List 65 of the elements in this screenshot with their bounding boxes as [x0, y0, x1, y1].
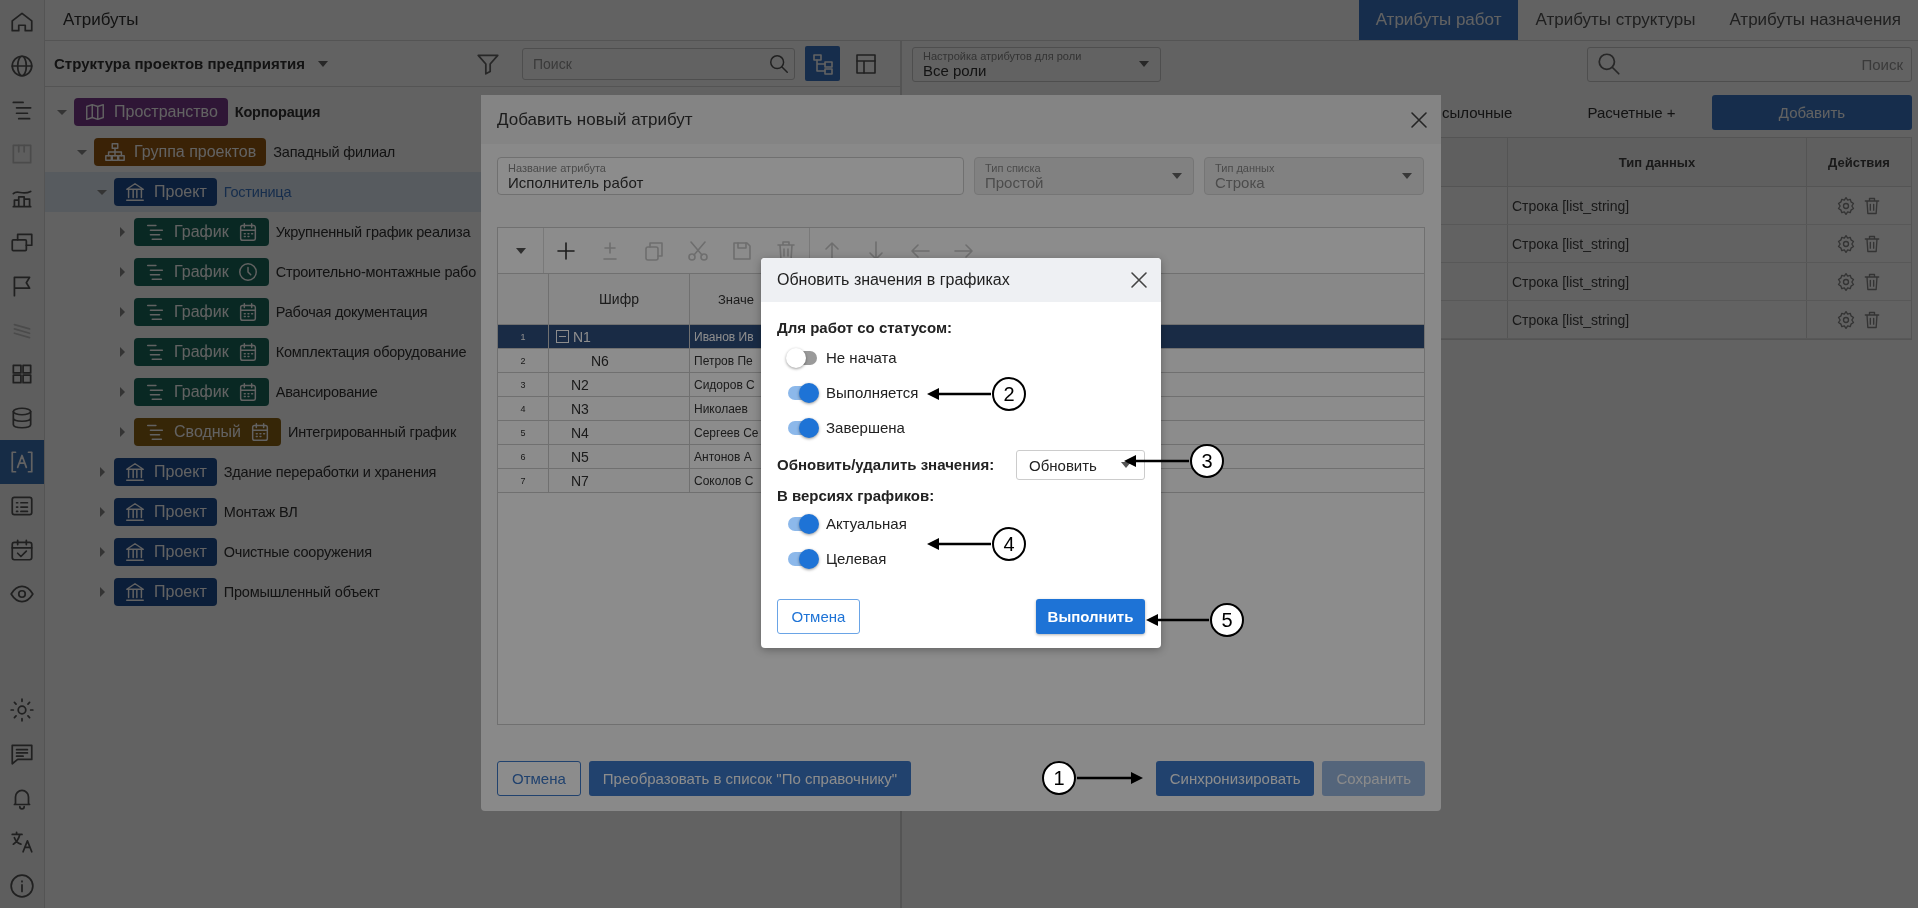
tree-label: Авансирование	[275, 384, 378, 400]
row-number: 5	[519, 426, 527, 440]
table-cell: Строка [list_string]	[1512, 273, 1630, 290]
table-cell: Сергеев Се	[694, 425, 759, 440]
table-cell: Соколов С	[694, 473, 754, 488]
row-number: 6	[519, 450, 527, 464]
toggle-label: Актуальная	[826, 515, 907, 532]
badge-label: Пространство	[114, 103, 218, 121]
badge-label: График	[174, 263, 229, 281]
table-cell: Антонов А	[694, 449, 752, 464]
column-header: Шифр	[599, 291, 639, 307]
table-cell: Сидоров С	[694, 377, 755, 392]
tree-label: Интегрированный график	[288, 424, 457, 440]
row-number: 2	[519, 354, 527, 368]
badge-label: Проект	[154, 463, 207, 481]
tree-label: Западный филиал	[273, 144, 396, 160]
field-label: Обновить/удалить значения:	[777, 455, 995, 475]
table-cell: Иванов Ив	[694, 329, 754, 344]
table-cell: Строка [list_string]	[1512, 235, 1630, 252]
tree-label: Корпорация	[234, 104, 321, 120]
section-label: В версиях графиков:	[777, 486, 936, 506]
badge-label: Сводный	[174, 423, 242, 441]
tree-label: Здание переработки и хранения	[223, 464, 437, 480]
table-cell: Строка [list_string]	[1512, 311, 1630, 328]
dialog-title: Добавить новый атрибут	[497, 109, 693, 130]
table-cell: N4	[571, 424, 589, 441]
table-cell: N2	[571, 376, 589, 393]
tree-label: Строительно-монтажные рабо	[275, 264, 477, 280]
table-cell: Петров Пе	[694, 353, 753, 368]
badge-label: Проект	[154, 583, 207, 601]
table-cell: Николаев	[694, 401, 748, 416]
badge-label: Проект	[154, 183, 207, 201]
tree-label: Промышленный объект	[223, 584, 380, 600]
table-cell: Строка [list_string]	[1512, 197, 1630, 214]
toggle-label: Целевая	[826, 550, 887, 567]
toggle-label: Завершена	[826, 419, 905, 436]
badge-label: Проект	[154, 543, 207, 561]
table-cell: N6	[591, 352, 609, 369]
tree-label: Монтаж ВЛ	[223, 504, 298, 520]
table-cell: N1	[573, 328, 591, 345]
row-number: 7	[519, 474, 527, 488]
row-number: 3	[519, 378, 527, 392]
tree-label: Укрупненный график реализа	[275, 224, 471, 240]
badge-label: График	[174, 223, 229, 241]
column-header: Действия	[1828, 154, 1890, 170]
toggle-label: Не начата	[826, 349, 897, 366]
row-number: 4	[519, 402, 527, 416]
page-title: Атрибуты	[63, 10, 139, 30]
column-header: Значе	[718, 291, 754, 307]
badge-label: Проект	[154, 503, 207, 521]
badge-label: График	[174, 383, 229, 401]
badge-label: График	[174, 343, 229, 361]
row-number: 1	[519, 330, 527, 344]
table-cell: N7	[571, 472, 589, 489]
section-label: Для работ со статусом:	[777, 318, 953, 338]
tree-label: Рабочая документация	[275, 304, 428, 320]
table-cell: N5	[571, 448, 589, 465]
table-cell: N3	[571, 400, 589, 417]
badge-label: Группа проектов	[134, 143, 257, 161]
dialog-title: Обновить значения в графиках	[777, 271, 1010, 289]
tree-label: Очистные сооружения	[223, 544, 372, 560]
tree-label: Гостиница	[223, 184, 292, 200]
column-header: Тип данных	[1618, 154, 1696, 170]
badge-label: График	[174, 303, 229, 321]
tree-label: Комплектация оборудование	[275, 344, 467, 360]
